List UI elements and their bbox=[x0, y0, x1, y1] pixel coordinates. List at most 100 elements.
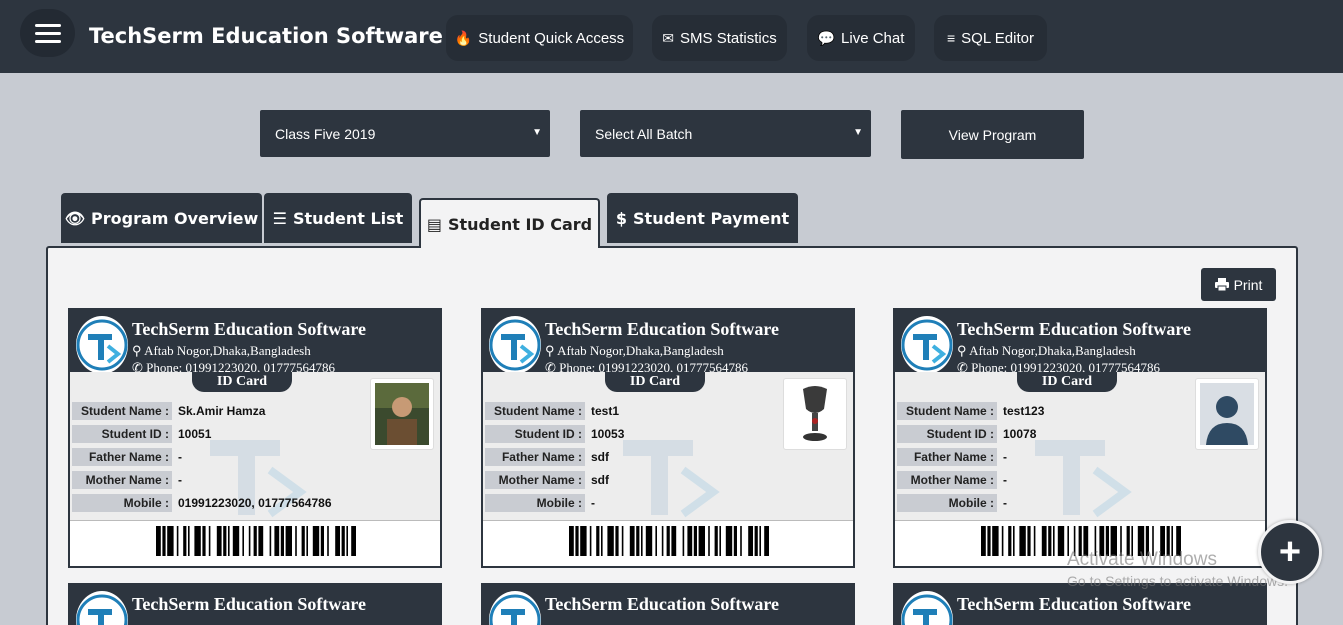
barcode-bar bbox=[748, 526, 753, 556]
barcode-bar bbox=[274, 526, 280, 556]
add-floating-button[interactable]: + bbox=[1258, 520, 1322, 584]
nav-label: Student Quick Access bbox=[478, 29, 625, 47]
barcode-bar bbox=[1033, 526, 1036, 556]
dollar-icon: $ bbox=[615, 208, 628, 228]
nav-student-quick-access[interactable]: 🔥 Student Quick Access bbox=[446, 15, 633, 61]
barcode-bar bbox=[167, 526, 174, 556]
barcode-bar bbox=[629, 526, 635, 556]
view-program-button[interactable]: View Program bbox=[901, 110, 1084, 159]
field-label: Mobile : bbox=[897, 494, 997, 512]
barcode-bar bbox=[285, 526, 292, 556]
envelope-icon: ✉ bbox=[662, 29, 675, 46]
print-button[interactable]: Print bbox=[1201, 268, 1276, 301]
tab-program-overview[interactable]: 👁 Program Overview bbox=[61, 193, 262, 243]
barcode-bar bbox=[764, 526, 769, 556]
barcode-bar bbox=[346, 526, 348, 556]
barcode-bar bbox=[981, 526, 986, 556]
tab-label: Student Payment bbox=[633, 208, 790, 228]
chat-icon: 💬 bbox=[817, 29, 836, 46]
nav-label: SQL Editor bbox=[961, 29, 1034, 47]
field-label: Mobile : bbox=[485, 494, 585, 512]
database-icon: ≡ bbox=[947, 30, 956, 46]
barcode-bar bbox=[596, 526, 600, 556]
barcode-bar bbox=[1057, 526, 1065, 556]
field-label: Student ID : bbox=[897, 425, 997, 443]
nav-sms-statistics[interactable]: ✉ SMS Statistics bbox=[652, 15, 787, 61]
barcode-bar bbox=[759, 526, 761, 556]
menu-toggle-button[interactable] bbox=[20, 9, 75, 57]
barcode-bar bbox=[693, 526, 697, 556]
barcode-bar bbox=[280, 526, 284, 556]
tab-student-list[interactable]: ☰ Student List bbox=[264, 193, 412, 243]
barcode-bar bbox=[641, 526, 643, 556]
windows-activation-watermark: Activate Windows bbox=[1067, 549, 1217, 570]
field-label: Father Name : bbox=[897, 448, 997, 466]
field-label: Mother Name : bbox=[897, 471, 997, 489]
avatar-placeholder-icon bbox=[1200, 383, 1254, 445]
barcode-bar bbox=[327, 526, 329, 556]
id-card-icon: ▤ bbox=[426, 214, 442, 234]
barcode-bar bbox=[216, 526, 222, 556]
field-value: - bbox=[178, 473, 182, 487]
barcode-bar bbox=[253, 526, 257, 556]
barcode-bar bbox=[1013, 526, 1015, 556]
barcode-bar bbox=[269, 526, 272, 556]
printer-icon bbox=[1214, 278, 1229, 291]
field-label: Father Name : bbox=[72, 448, 172, 466]
nav-live-chat[interactable]: 💬 Live Chat bbox=[807, 15, 915, 61]
barcode-bar bbox=[242, 526, 244, 556]
field-label: Student Name : bbox=[897, 402, 997, 420]
card-divider bbox=[483, 520, 853, 521]
barcode-bar bbox=[183, 526, 187, 556]
field-father-name: Father Name :- bbox=[897, 448, 1263, 466]
field-mother-name: Mother Name :- bbox=[897, 471, 1263, 489]
barcode-bar bbox=[223, 526, 227, 556]
hamburger-icon bbox=[34, 23, 61, 27]
barcode-bar bbox=[202, 526, 206, 556]
app-brand[interactable]: TechSerm Education Software bbox=[89, 24, 443, 48]
card-org-name: TechSerm Education Software bbox=[132, 319, 366, 339]
field-value: - bbox=[591, 496, 595, 510]
student-id-card: TechSerm Education Software ⚲ Aftab Nogo… bbox=[481, 308, 855, 568]
barcode-bar bbox=[575, 526, 579, 556]
barcode-bar bbox=[156, 526, 161, 556]
barcode-bar bbox=[666, 526, 670, 556]
barcode-bar bbox=[194, 526, 201, 556]
barcode-bar bbox=[708, 526, 710, 556]
nav-sql-editor[interactable]: ≡ SQL Editor bbox=[934, 15, 1047, 61]
barcode-bar bbox=[682, 526, 685, 556]
school-logo bbox=[76, 591, 128, 625]
school-logo bbox=[489, 316, 541, 374]
field-value: - bbox=[1003, 496, 1007, 510]
batch-select[interactable]: Select All Batch ▼ bbox=[580, 110, 871, 157]
barcode-bar bbox=[733, 526, 737, 556]
barcode-bar bbox=[306, 526, 308, 556]
barcode-bar bbox=[301, 526, 305, 556]
card-address-text: Aftab Nogor,Dhaka,Bangladesh bbox=[144, 343, 311, 358]
hamburger-icon-bar bbox=[34, 39, 61, 43]
barcode-bar bbox=[188, 526, 190, 556]
barcode-bar bbox=[671, 526, 677, 556]
tab-student-id-card[interactable]: ▤ Student ID Card bbox=[419, 198, 600, 248]
tab-student-payment[interactable]: $ Student Payment bbox=[607, 193, 798, 243]
barcode-bar bbox=[725, 526, 733, 556]
barcode bbox=[156, 526, 356, 556]
field-value: - bbox=[1003, 450, 1007, 464]
card-divider bbox=[895, 520, 1265, 521]
barcode-bar bbox=[687, 526, 693, 556]
field-value: test1 bbox=[591, 404, 620, 418]
barcode-bar bbox=[1041, 526, 1047, 556]
barcode-bar bbox=[341, 526, 345, 556]
barcode-bar bbox=[208, 526, 211, 556]
field-mother-name: Mother Name :- bbox=[72, 471, 438, 489]
windows-activation-hint: Go to Settings to activate Windows. bbox=[1067, 573, 1288, 589]
card-org-name: TechSerm Education Software bbox=[545, 594, 779, 614]
barcode-bar bbox=[661, 526, 664, 556]
list-icon: ☰ bbox=[272, 208, 287, 228]
field-label: Mother Name : bbox=[72, 471, 172, 489]
card-org-name: TechSerm Education Software bbox=[957, 319, 1191, 339]
hamburger-icon-bar bbox=[34, 31, 61, 35]
class-select[interactable]: Class Five 2019 ▼ bbox=[260, 110, 550, 157]
field-father-name: Father Name :- bbox=[72, 448, 438, 466]
barcode-bar bbox=[580, 526, 587, 556]
